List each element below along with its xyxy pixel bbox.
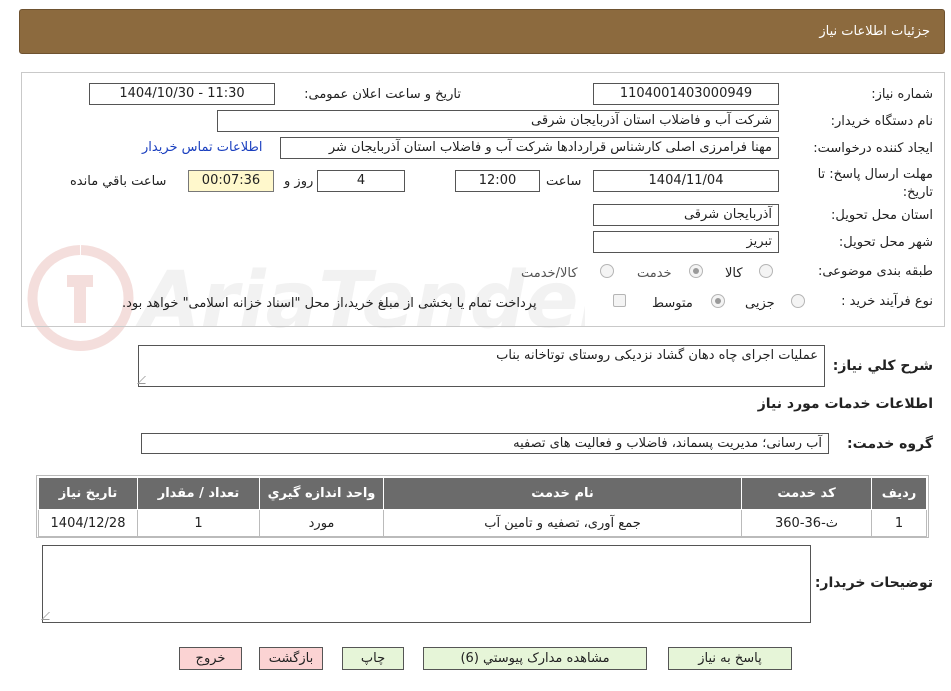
city-field[interactable]: تبریز (593, 231, 779, 253)
buyer-notes-textarea[interactable] (41, 545, 811, 623)
treasury-payment-checkbox[interactable] (613, 294, 626, 307)
col-header-name: نام خدمت (383, 477, 742, 510)
services-section-title: اطلاعات خدمات مورد نياز (757, 396, 933, 412)
process-medium-radio[interactable] (711, 294, 725, 308)
col-header-unit: واحد اندازه گيري (259, 477, 384, 510)
category-service-radio[interactable] (689, 264, 703, 278)
category-label: طبقه بندی موضوعی: (817, 264, 933, 279)
col-header-code: کد خدمت (741, 477, 872, 510)
deadline-date-field[interactable]: 1404/11/04 (593, 170, 779, 192)
col-header-row: رديف (871, 477, 927, 510)
city-label: شهر محل تحویل: (838, 235, 933, 250)
process-type-label: نوع فرآیند خرید : (841, 294, 933, 309)
province-label: استان محل تحویل: (831, 208, 933, 223)
category-goods-service-label: کالا/خدمت (521, 266, 578, 281)
requester-field[interactable]: مهنا فرامرزی اصلی کارشناس قراردادها شرکت… (280, 137, 779, 159)
back-button[interactable]: بازگشت (259, 647, 323, 670)
province-field[interactable]: آذربایجان شرقی (593, 204, 779, 226)
view-attachments-button[interactable]: مشاهده مدارک پیوستي (6) (423, 647, 647, 670)
category-goods-service-radio[interactable] (600, 264, 614, 278)
need-summary-text: عملیات اجرای چاه دهان گشاد نزدیکی روستای… (496, 348, 818, 363)
process-medium-label: متوسط (652, 296, 693, 311)
resize-handle-icon[interactable] (137, 376, 153, 384)
buyer-org-label: نام دستگاه خریدار: (830, 114, 933, 129)
days-label: روز و (284, 174, 314, 189)
remaining-label: ساعت باقي مانده (70, 174, 167, 189)
cell-service-name: جمع آوری، تصفیه و تامین آب (383, 509, 742, 537)
services-table: رديف کد خدمت نام خدمت واحد اندازه گيري ت… (38, 477, 927, 537)
process-minor-label: جزیی (745, 296, 775, 311)
category-goods-label: کالا (725, 266, 743, 281)
page-title: جزئیات اطلاعات نیاز (819, 24, 930, 39)
services-table-header: رديف کد خدمت نام خدمت واحد اندازه گيري ت… (38, 477, 927, 510)
col-header-date: تاريخ نياز (38, 477, 138, 510)
reply-button[interactable]: پاسخ به نیاز (668, 647, 792, 670)
cell-unit: مورد (259, 509, 384, 537)
category-service-label: خدمت (637, 266, 672, 281)
need-summary-textarea[interactable]: عملیات اجرای چاه دهان گشاد نزدیکی روستای… (137, 345, 825, 387)
page-header: جزئیات اطلاعات نیاز (19, 9, 945, 54)
treasury-payment-note: پرداخت تمام یا بخشی از مبلغ خرید،از محل … (122, 296, 537, 311)
buyer-org-field[interactable]: شرکت آب و فاضلاب استان آذربایجان شرقی (217, 110, 779, 132)
countdown-timer: 00:07:36 (188, 170, 274, 192)
exit-button[interactable]: خروج (179, 647, 242, 670)
need-summary-label: شرح کلي نياز: (832, 358, 933, 374)
resize-handle-icon[interactable] (41, 612, 57, 620)
deadline-time-label: ساعت (546, 174, 582, 189)
announce-label: تاریخ و ساعت اعلان عمومی: (304, 87, 461, 102)
buyer-notes-label: توضیحات خریدار: (814, 575, 933, 591)
category-goods-radio[interactable] (759, 264, 773, 278)
cell-need-date: 1404/12/28 (38, 509, 138, 537)
announce-datetime-field[interactable]: 1404/10/30 - 11:30 (89, 83, 275, 105)
cell-quantity: 1 (137, 509, 260, 537)
cell-service-code: ث-36-360 (741, 509, 872, 537)
requester-label: ایجاد کننده درخواست: (813, 141, 933, 156)
deadline-label: مهلت ارسال پاسخ: تا تاریخ: (817, 167, 933, 200)
service-group-field[interactable]: آب رسانی؛ مدیریت پسماند، فاضلاب و فعالیت… (141, 433, 829, 454)
deadline-time-field[interactable]: 12:00 (455, 170, 540, 192)
col-header-quantity: تعداد / مقدار (137, 477, 260, 510)
table-row: 1 ث-36-360 جمع آوری، تصفیه و تامین آب مو… (38, 509, 927, 537)
print-button[interactable]: چاپ (342, 647, 404, 670)
buyer-contact-link[interactable]: اطلاعات تماس خریدار (142, 140, 262, 155)
service-group-label: گروه خدمت: (847, 436, 933, 452)
days-remaining-field[interactable]: 4 (317, 170, 405, 192)
need-number-field[interactable]: 1104001403000949 (593, 83, 779, 105)
need-number-label: شماره نیاز: (871, 87, 933, 102)
cell-row-number: 1 (871, 509, 927, 537)
process-minor-radio[interactable] (791, 294, 805, 308)
